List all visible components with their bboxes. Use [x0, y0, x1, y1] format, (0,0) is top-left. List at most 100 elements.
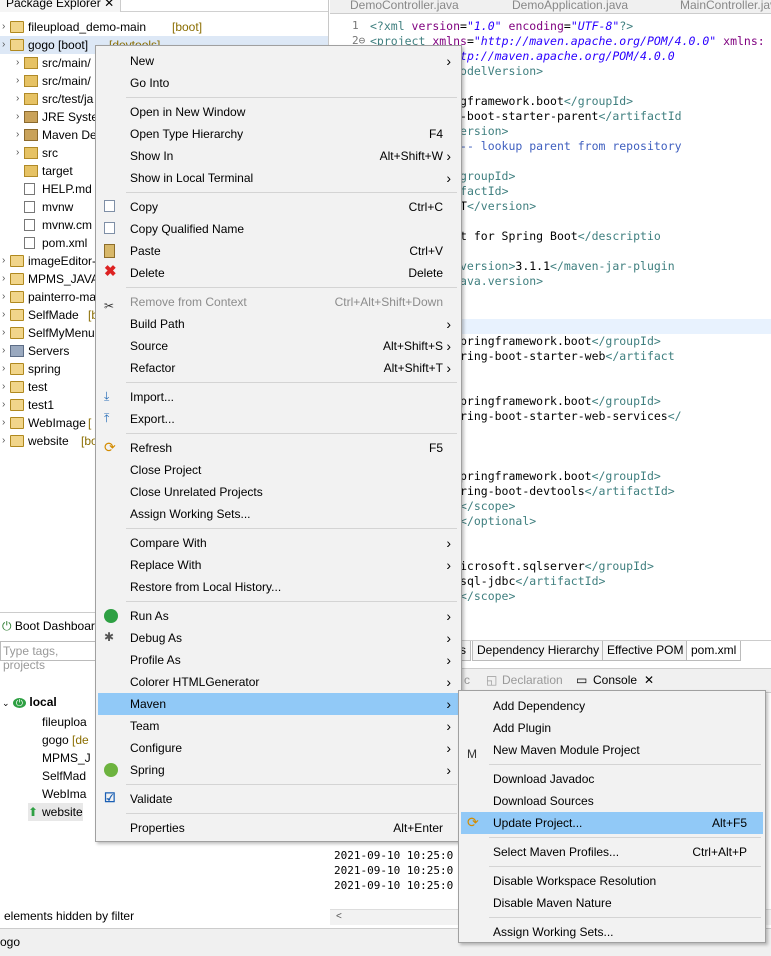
menu-item-close-project[interactable]: Close Project — [98, 459, 459, 481]
menu-item-shortcut: Alt+Shift+W — [379, 149, 443, 163]
code-token: spring-boot-devtools — [446, 484, 585, 498]
menu-item-validate[interactable]: ☑ Validate — [98, 788, 459, 810]
copy-icon — [104, 222, 115, 234]
paste-icon — [104, 244, 115, 258]
package-explorer-tab[interactable]: Package Explorer ✕ — [0, 0, 122, 12]
submenu-arrow-icon: › — [446, 170, 451, 186]
menu-item-replace-with[interactable]: Replace With › — [98, 554, 459, 576]
menu-item-new[interactable]: New › — [98, 50, 459, 72]
menu-item-properties[interactable]: Properties Alt+Enter — [98, 817, 459, 839]
menu-item-build-path[interactable]: Build Path › — [98, 313, 459, 335]
code-token: 3.1.1 — [515, 259, 551, 273]
menu-item-label: New — [130, 54, 155, 68]
menu-item-label: Show In — [130, 149, 174, 163]
close-icon[interactable]: ✕ — [104, 0, 114, 10]
boot-app-item[interactable]: fileuploa — [28, 713, 87, 731]
menu-item-profile-as[interactable]: Profile As › — [98, 649, 459, 671]
boot-app-item[interactable]: MPMS_J — [28, 749, 91, 767]
scroll-left-icon[interactable]: < — [336, 911, 342, 922]
tab-effective-pom[interactable]: Effective POM — [602, 641, 689, 661]
delete-icon: ✖ — [104, 263, 117, 280]
code-token: spring-boot-starter-web — [446, 349, 606, 363]
menu-item-assign-working-sets[interactable]: Assign Working Sets... — [98, 503, 459, 525]
menu-item-refactor[interactable]: Refactor Alt+Shift+T › — [98, 357, 459, 379]
menu-item-team[interactable]: Team › — [98, 715, 459, 737]
menu-item-refresh[interactable]: ⟳ Refresh F5 — [98, 437, 459, 459]
tree-item-label: SelfMade — [28, 308, 79, 322]
menu-item-select-maven-profiles[interactable]: Select Maven Profiles... Ctrl+Alt+P — [461, 841, 763, 863]
menu-item-assign-working-sets[interactable]: Assign Working Sets... — [461, 921, 763, 943]
menu-separator — [126, 287, 457, 288]
boot-app-item[interactable]: ⬆ website — [28, 803, 83, 821]
menu-item-run-as[interactable]: Run As › — [98, 605, 459, 627]
boot-dashboard-tab[interactable]: ⏻ Boot Dashboard — [0, 617, 102, 635]
menu-item-new-maven-module-project[interactable]: M New Maven Module Project — [461, 739, 763, 761]
menu-item-label: Refactor — [130, 361, 176, 375]
tree-item-label: src/test/ja — [42, 92, 94, 106]
menu-item-close-unrelated-projects[interactable]: Close Unrelated Projects — [98, 481, 459, 503]
tab-maincontroller[interactable]: MainController.java — [680, 0, 771, 13]
menu-item-copy-qualified-name[interactable]: Copy Qualified Name — [98, 218, 459, 240]
menu-item-compare-with[interactable]: Compare With › — [98, 532, 459, 554]
boot-app-label: SelfMad — [42, 769, 87, 783]
menu-item-disable-maven-nature[interactable]: Disable Maven Nature — [461, 892, 763, 914]
menu-item-source[interactable]: Source Alt+Shift+S › — [98, 335, 459, 357]
menu-item-spring[interactable]: Spring › — [98, 759, 459, 781]
menu-item-download-sources[interactable]: Download Sources — [461, 790, 763, 812]
boot-app-label: MPMS_J — [42, 751, 91, 765]
tree-item[interactable]: › fileupload_demo-main [boot] — [0, 18, 328, 36]
menu-item-go-into[interactable]: Go Into — [98, 72, 459, 94]
console-log-line: 2021-09-10 10:25:0 — [334, 849, 454, 862]
tree-item-label: HELP.md — [42, 182, 92, 196]
close-icon[interactable]: ✕ — [644, 673, 654, 687]
boot-filter-input[interactable]: Type tags, projects — [0, 641, 96, 672]
tab-console[interactable]: Console — [593, 673, 637, 687]
menu-item-label: Replace With — [130, 558, 202, 572]
tab-demoapplication[interactable]: DemoApplication.java — [512, 0, 628, 13]
code-line[interactable]: <?xml version="1.0" encoding="UTF-8"?> — [370, 19, 771, 34]
menu-item-label: Restore from Local History... — [130, 580, 282, 594]
menu-item-export[interactable]: ⤒ Export... — [98, 408, 459, 430]
menu-item-paste[interactable]: Paste Ctrl+V — [98, 240, 459, 262]
tab-declaration[interactable]: Declaration — [502, 673, 563, 687]
boot-app-item[interactable]: WebIma — [28, 785, 86, 803]
menu-item-open-in-new-window[interactable]: Open in New Window — [98, 101, 459, 123]
menu-item-add-plugin[interactable]: Add Plugin — [461, 717, 763, 739]
menu-item-open-type-hierarchy[interactable]: Open Type Hierarchy F4 — [98, 123, 459, 145]
menu-item-import[interactable]: ⤓ Import... — [98, 386, 459, 408]
menu-item-label: Build Path — [130, 317, 185, 331]
code-token: </descriptio — [577, 229, 661, 243]
menu-item-maven[interactable]: Maven › — [98, 693, 459, 715]
menu-item-configure[interactable]: Configure › — [98, 737, 459, 759]
tab-pom-xml[interactable]: pom.xml — [686, 641, 742, 661]
menu-item-colorer-htmlgenerator[interactable]: Colorer HTMLGenerator › — [98, 671, 459, 693]
code-token: </artifactId — [598, 109, 682, 123]
debug-icon: ✱ — [104, 630, 115, 644]
menu-item-show-in-local-terminal[interactable]: Show in Local Terminal › — [98, 167, 459, 189]
submenu-arrow-icon: › — [446, 360, 451, 376]
project-icon — [10, 291, 24, 303]
tree-item-label: JRE Syste — [42, 110, 99, 124]
menu-item-restore-from-local-history[interactable]: Restore from Local History... — [98, 576, 459, 598]
boot-group-local[interactable]: ⌄ ⏻ local — [2, 693, 57, 711]
local-group-icon: ⏻ — [12, 698, 27, 708]
boot-app-item[interactable]: gogo [de — [28, 731, 89, 749]
menu-item-disable-workspace-resolution[interactable]: Disable Workspace Resolution — [461, 870, 763, 892]
submenu-arrow-icon: › — [446, 630, 451, 646]
menu-item-download-javadoc[interactable]: Download Javadoc — [461, 768, 763, 790]
menu-item-delete[interactable]: ✖ Delete Delete — [98, 262, 459, 284]
tab-dependency-hierarchy[interactable]: Dependency Hierarchy — [472, 641, 605, 661]
menu-item-update-project[interactable]: ⟳ Update Project... Alt+F5 — [461, 812, 763, 834]
menu-item-show-in[interactable]: Show In Alt+Shift+W › — [98, 145, 459, 167]
menu-item-add-dependency[interactable]: Add Dependency — [461, 695, 763, 717]
boot-app-item[interactable]: SelfMad — [28, 767, 86, 785]
menu-item-debug-as[interactable]: ✱ Debug As › — [98, 627, 459, 649]
menu-item-copy[interactable]: Copy Ctrl+C — [98, 196, 459, 218]
project-icon — [10, 363, 24, 375]
code-token: encoding — [508, 19, 564, 33]
tab-javadoc[interactable]: c — [464, 673, 470, 687]
tab-democontroller[interactable]: DemoController.java — [350, 0, 459, 13]
code-token: </ — [667, 409, 682, 423]
menu-item-shortcut: Alt+F5 — [711, 816, 747, 830]
chevron-down-icon[interactable]: ⌄ — [2, 698, 10, 708]
